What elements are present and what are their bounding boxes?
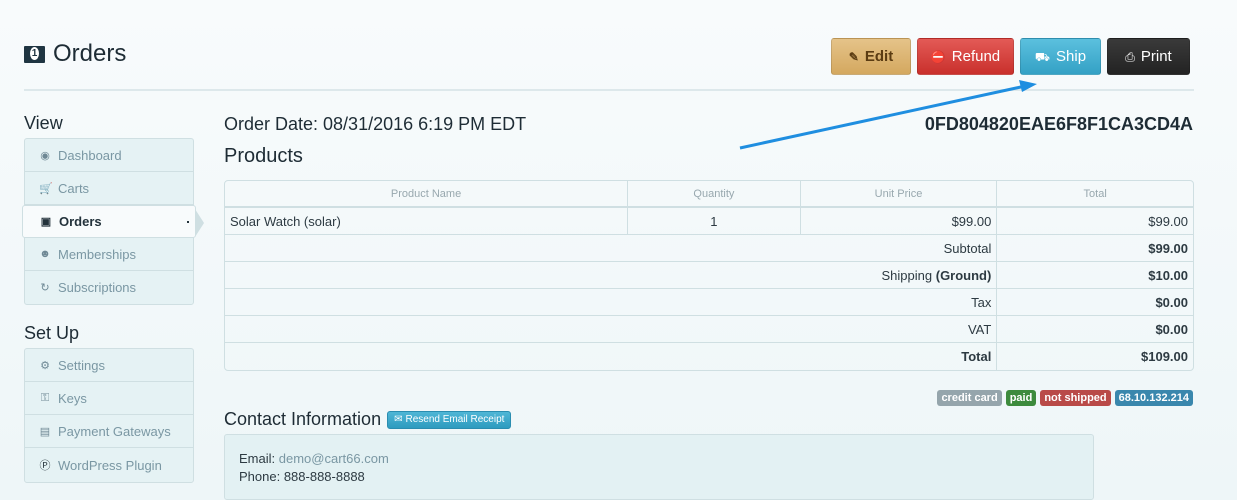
money-icon: ▣ — [40, 216, 52, 228]
tax-row: Tax $0.00 — [225, 289, 1193, 316]
sidebar-item-label: Memberships — [58, 246, 137, 262]
credit-card-icon: ▤ — [39, 425, 51, 438]
sidebar-item-carts[interactable]: 🛒 Carts — [25, 172, 193, 205]
sidebar-item-label: Payment Gateways — [58, 423, 171, 439]
refresh-icon: ↻ — [40, 282, 50, 294]
edit-button-label: Edit — [864, 48, 894, 65]
sidebar-item-orders[interactable]: ▣ Orders — [22, 205, 204, 238]
total-row: Total $109.00 — [225, 343, 1193, 370]
edit-button[interactable]: ✎ Edit — [831, 38, 911, 75]
ship-button[interactable]: ⛟ Ship — [1020, 38, 1101, 75]
resend-email-receipt-button[interactable]: ✉ Resend Email Receipt — [387, 410, 512, 429]
sidebar-item-settings[interactable]: ⚙ Settings — [25, 349, 193, 382]
page-title: Orders — [53, 40, 127, 67]
sidebar-heading-view: View — [24, 113, 63, 133]
tax-label: Tax — [225, 289, 998, 316]
sidebar-item-label: Keys — [58, 390, 87, 406]
page: Orders ✎ Edit ⛔ Refund ⛟ Ship ⎙ Print Vi… — [0, 0, 1237, 500]
print-button-label: Print — [1140, 48, 1172, 65]
shipping-method: (Ground) — [935, 267, 992, 283]
product-name: Solar Watch (solar) — [225, 208, 629, 235]
payment-method-badge: credit card — [937, 390, 1002, 406]
subtotal-label: Subtotal — [225, 235, 998, 262]
total-value: $109.00 — [1141, 349, 1188, 364]
users-icon: ☻ — [39, 248, 51, 260]
sidebar-item-label: Subscriptions — [58, 280, 137, 295]
order-actions-toolbar: ✎ Edit ⛔ Refund ⛟ Ship ⎙ Print — [831, 38, 1190, 75]
wordpress-icon: Ⓟ — [39, 460, 51, 472]
dashboard-icon: ◉ — [40, 149, 50, 162]
vat-value: $0.00 — [997, 316, 1193, 343]
column-header-quantity: Quantity — [628, 181, 801, 208]
sidebar-item-label: WordPress Plugin — [58, 457, 162, 473]
column-header-product-name: Product Name — [225, 181, 629, 208]
subtotal-row: Subtotal $99.00 — [225, 235, 1193, 262]
ip-address-badge: 68.10.132.214 — [1114, 390, 1193, 406]
sidebar-item-dashboard[interactable]: ◉ Dashboard — [25, 139, 193, 172]
order-status-badges: credit card paid not shipped 68.10.132.2… — [937, 390, 1193, 406]
vat-row: VAT $0.00 — [225, 316, 1193, 343]
truck-icon: ⛟ — [1034, 49, 1051, 64]
refund-button[interactable]: ⛔ Refund — [917, 38, 1014, 75]
ship-button-label: Ship — [1056, 48, 1087, 65]
minus-circle-icon: ⛔ — [930, 49, 946, 64]
sidebar-item-label: Settings — [58, 357, 105, 373]
sidebar-setup-list: ⚙ Settings ⚿ Keys ▤ Payment Gateways Ⓟ W… — [24, 348, 194, 483]
cart-icon: 🛒 — [39, 182, 53, 195]
shipping-label: Shipping — [881, 267, 933, 283]
products-table: Product Name Quantity Unit Price Total S… — [224, 180, 1194, 371]
total-label: Total — [225, 343, 998, 370]
product-total: $99.00 — [997, 208, 1193, 235]
sidebar-item-keys[interactable]: ⚿ Keys — [25, 382, 193, 415]
phone-value: 888-888-8888 — [283, 469, 365, 484]
sidebar-view-list: ◉ Dashboard 🛒 Carts ▣ Orders ☻ Membershi… — [22, 138, 204, 305]
product-quantity: 1 — [628, 208, 801, 235]
contact-heading-row: Contact Information ✉ Resend Email Recei… — [224, 409, 512, 430]
contact-phone-line: Phone: 888-888-8888 — [239, 468, 1079, 486]
order-id: 0FD804820EAE6F8F1CA3CD4A — [924, 114, 1193, 134]
print-button[interactable]: ⎙ Print — [1107, 38, 1190, 75]
key-icon: ⚿ — [40, 391, 50, 404]
payment-status-badge: paid — [1005, 390, 1037, 406]
shipping-status-badge: not shipped — [1040, 390, 1111, 406]
subtotal-value: $99.00 — [997, 235, 1193, 262]
shipping-value: $10.00 — [997, 262, 1193, 289]
sidebar-item-label: Carts — [58, 180, 90, 196]
order-date: Order Date: 08/31/2016 6:19 PM EDT — [224, 114, 527, 134]
header-divider — [24, 89, 1194, 91]
print-icon: ⎙ — [1125, 49, 1135, 64]
phone-label: Phone: — [239, 469, 281, 484]
money-icon — [24, 45, 45, 63]
email-label: Email: — [239, 451, 276, 466]
sidebar-heading-setup: Set Up — [24, 323, 80, 343]
products-heading: Products — [224, 145, 303, 167]
sidebar-item-wordpress-plugin[interactable]: Ⓟ WordPress Plugin — [25, 448, 193, 482]
table-row: Solar Watch (solar) 1 $99.00 $99.00 — [225, 208, 1193, 235]
contact-email-line: Email: demo@cart66.com — [239, 450, 1079, 468]
page-header: Orders — [24, 40, 126, 68]
active-indicator — [187, 221, 189, 223]
gear-icon: ⚙ — [40, 359, 50, 372]
tax-value: $0.00 — [997, 289, 1193, 316]
shipping-label-cell: Shipping (Ground) — [225, 262, 998, 289]
edit-icon: ✎ — [848, 49, 859, 64]
sidebar-item-label: Orders — [59, 214, 102, 229]
column-header-unit-price: Unit Price — [800, 181, 998, 208]
vat-label: VAT — [225, 316, 998, 343]
refund-button-label: Refund — [951, 48, 1001, 65]
sidebar-item-memberships[interactable]: ☻ Memberships — [25, 238, 193, 271]
contact-info-box: Email: demo@cart66.com Phone: 888-888-88… — [224, 434, 1094, 500]
resend-email-receipt-label: Resend Email Receipt — [405, 414, 505, 425]
column-header-total: Total — [997, 181, 1193, 208]
email-link[interactable]: demo@cart66.com — [279, 451, 389, 466]
sidebar-item-label: Dashboard — [58, 147, 122, 163]
table-header-row: Product Name Quantity Unit Price Total — [225, 181, 1193, 208]
sidebar-item-subscriptions[interactable]: ↻ Subscriptions — [25, 271, 193, 304]
shipping-row: Shipping (Ground) $10.00 — [225, 262, 1193, 289]
contact-heading: Contact Information — [224, 409, 382, 429]
envelope-icon: ✉ — [394, 414, 403, 425]
sidebar-item-payment-gateways[interactable]: ▤ Payment Gateways — [25, 415, 193, 448]
product-unit-price: $99.00 — [800, 208, 998, 235]
